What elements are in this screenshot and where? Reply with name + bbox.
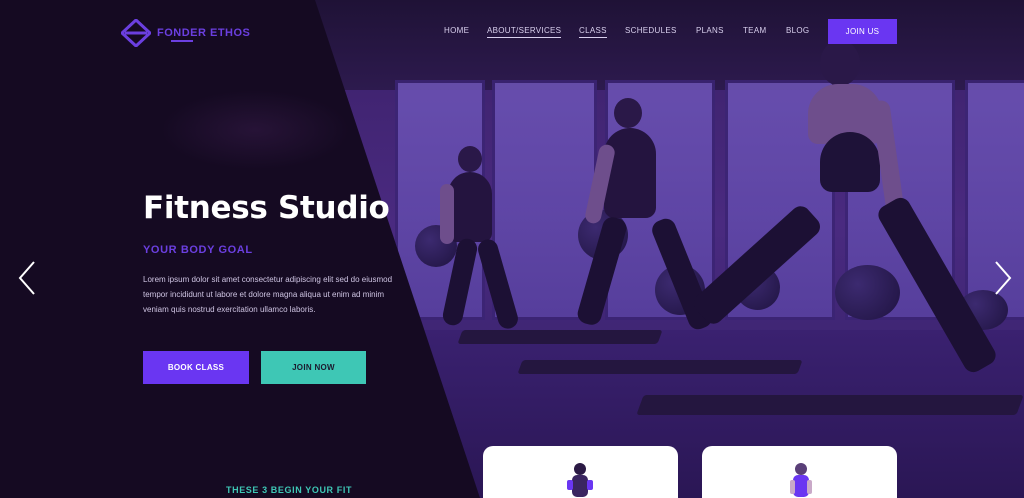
nav-home[interactable]: HOME [444,26,469,35]
brand-logo[interactable]: FONDER ETHOS [121,19,250,47]
trainer-image [790,463,812,497]
hero-section: FONDER ETHOS HOME ABOUT/SERVICES CLASS S… [0,0,1024,498]
trainer-image [567,463,593,497]
nav-about-services[interactable]: ABOUT/SERVICES [487,26,562,38]
class-card[interactable] [483,446,678,498]
nav-class[interactable]: CLASS [579,26,607,38]
chevron-right-icon[interactable] [988,260,1016,296]
class-card[interactable] [702,446,897,498]
nav-plans[interactable]: PLANS [696,26,724,35]
hero-title: Fitness Studio [143,190,390,226]
join-us-button[interactable]: JOIN US [828,19,897,44]
chevron-left-icon[interactable] [14,260,42,296]
book-class-button[interactable]: BOOK CLASS [143,351,249,384]
nav-schedules[interactable]: SCHEDULES [625,26,677,35]
logo-icon [121,19,151,47]
panel-decor [160,90,350,170]
brand-name: FONDER ETHOS [157,27,251,39]
nav-team[interactable]: TEAM [743,26,766,35]
nav-blog[interactable]: BLOG [786,26,809,35]
brand-underline [171,40,193,42]
join-now-button[interactable]: JOIN NOW [261,351,366,384]
hero-subtitle: YOUR BODY GOAL [143,244,253,256]
hero-description: Lorem ipsum dolor sit amet consectetur a… [143,275,393,314]
section-heading: THESE 3 BEGIN YOUR FIT [226,485,353,495]
